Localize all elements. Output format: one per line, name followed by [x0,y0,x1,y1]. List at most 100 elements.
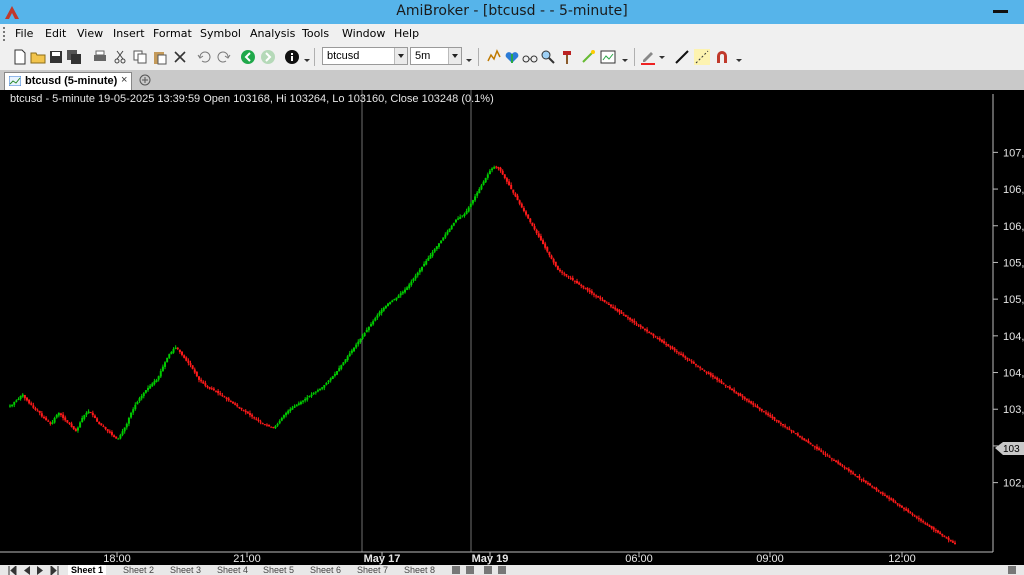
candle-body [285,412,288,416]
sheet-tab-7[interactable]: Sheet 7 [354,565,391,575]
new-tab-icon[interactable] [138,73,152,87]
candle-body [338,368,341,372]
candle-body [869,483,872,486]
toolbar-options-dropdown[interactable] [466,49,472,65]
print-icon[interactable] [92,49,108,65]
candle-body [699,367,702,369]
sheet-tab-6[interactable]: Sheet 6 [307,565,344,575]
sheet-tab-8[interactable]: Sheet 8 [401,565,438,575]
copy-icon[interactable] [132,49,148,65]
candle-body [183,355,186,358]
lock-icon[interactable] [452,566,460,574]
candle-body [23,395,26,399]
undo-icon[interactable] [196,49,212,65]
candle-body [268,424,271,427]
info-icon[interactable] [284,49,300,65]
price-chart[interactable]: 107,106,106,105,105,104,104,103,103,102,… [0,90,1024,565]
candle-body [319,388,322,390]
doc-tab-btcusd[interactable]: btcusd (5-minute) × [4,72,132,90]
interval-combo[interactable]: 5m [410,47,462,65]
heart-icon[interactable] [504,49,520,65]
chart-canvas[interactable]: 107,106,106,105,105,104,104,103,103,102,… [0,90,1024,565]
delete-icon[interactable] [172,49,188,65]
zoom-icon[interactable] [540,49,556,65]
color-pen-icon[interactable] [640,49,656,65]
minimize-button[interactable] [990,4,1020,20]
candle-body [945,537,948,539]
chart-pattern-icon[interactable] [486,49,502,65]
sheet-tab-2[interactable]: Sheet 2 [120,565,157,575]
candle-body [155,379,158,383]
save-all-icon[interactable] [66,49,82,65]
candle-body [582,285,585,288]
candle-body [359,338,362,343]
menu-window[interactable]: Window [342,27,385,40]
candle-body [597,295,600,298]
sheet-tab-3[interactable]: Sheet 3 [167,565,204,575]
candle-body [898,504,901,507]
new-icon[interactable] [12,49,28,65]
redo-icon[interactable] [216,49,232,65]
candle-body [110,432,113,435]
candle-body [737,392,740,395]
candle-body [136,401,139,405]
toolbar-options-dropdown[interactable] [304,49,310,65]
chevron-down-icon[interactable] [448,48,461,64]
sheet-tab-1[interactable]: Sheet 1 [68,565,107,575]
menu-analysis[interactable]: Analysis [250,27,295,40]
first-sheet-icon[interactable] [8,566,17,575]
toolbar-options-dropdown[interactable] [736,49,742,65]
magnet-icon[interactable] [714,49,730,65]
candle-body [159,371,162,377]
paste-icon[interactable] [152,49,168,65]
symbol-combo[interactable]: btcusd [322,47,408,65]
save-icon[interactable] [48,49,64,65]
open-folder-icon[interactable] [30,49,46,65]
menu-file[interactable]: File [15,27,33,40]
candle-body [40,413,43,417]
chevron-down-icon[interactable] [394,48,407,64]
menu-help[interactable]: Help [394,27,419,40]
trendline-icon[interactable] [674,49,690,65]
glasses-icon[interactable] [522,49,538,65]
wand-icon[interactable] [580,49,596,65]
link-icon[interactable] [466,566,474,574]
close-icon[interactable]: × [121,74,127,86]
candle-body [214,390,217,392]
y-tick-label: 105, [1003,294,1024,306]
prev-sheet-icon[interactable] [22,566,31,575]
candle-body [89,412,92,414]
next-sheet-icon[interactable] [36,566,45,575]
chart-window-icon[interactable] [600,49,616,65]
sheet-tab-4[interactable]: Sheet 4 [214,565,251,575]
candle-body [47,420,50,422]
scroll-left-icon[interactable] [498,566,506,574]
forward-icon[interactable] [260,49,276,65]
chevron-down-icon[interactable] [658,49,666,65]
last-sheet-icon[interactable] [50,566,59,575]
sync-icon[interactable] [484,566,492,574]
candle-body [469,203,472,207]
menu-insert[interactable]: Insert [113,27,145,40]
sheet-tab-5[interactable]: Sheet 5 [260,565,297,575]
candle-body [198,376,200,380]
candle-body [91,412,94,416]
back-icon[interactable] [240,49,256,65]
candle-body [140,396,143,399]
cut-icon[interactable] [112,49,128,65]
menu-grip[interactable] [3,27,7,41]
scroll-handle-icon[interactable] [1008,566,1016,574]
candle-body [618,310,621,313]
candle-body [9,405,11,407]
menu-view[interactable]: View [77,27,103,40]
candle-body [195,371,198,377]
hammer-icon[interactable] [560,49,576,65]
menu-format[interactable]: Format [153,27,192,40]
toolbar-options-dropdown[interactable] [622,49,628,65]
menu-tools[interactable]: Tools [302,27,329,40]
menu-symbol[interactable]: Symbol [200,27,241,40]
menu-edit[interactable]: Edit [45,27,66,40]
candle-body [790,430,793,432]
dotted-line-icon[interactable] [694,49,710,65]
candle-body [336,371,339,375]
